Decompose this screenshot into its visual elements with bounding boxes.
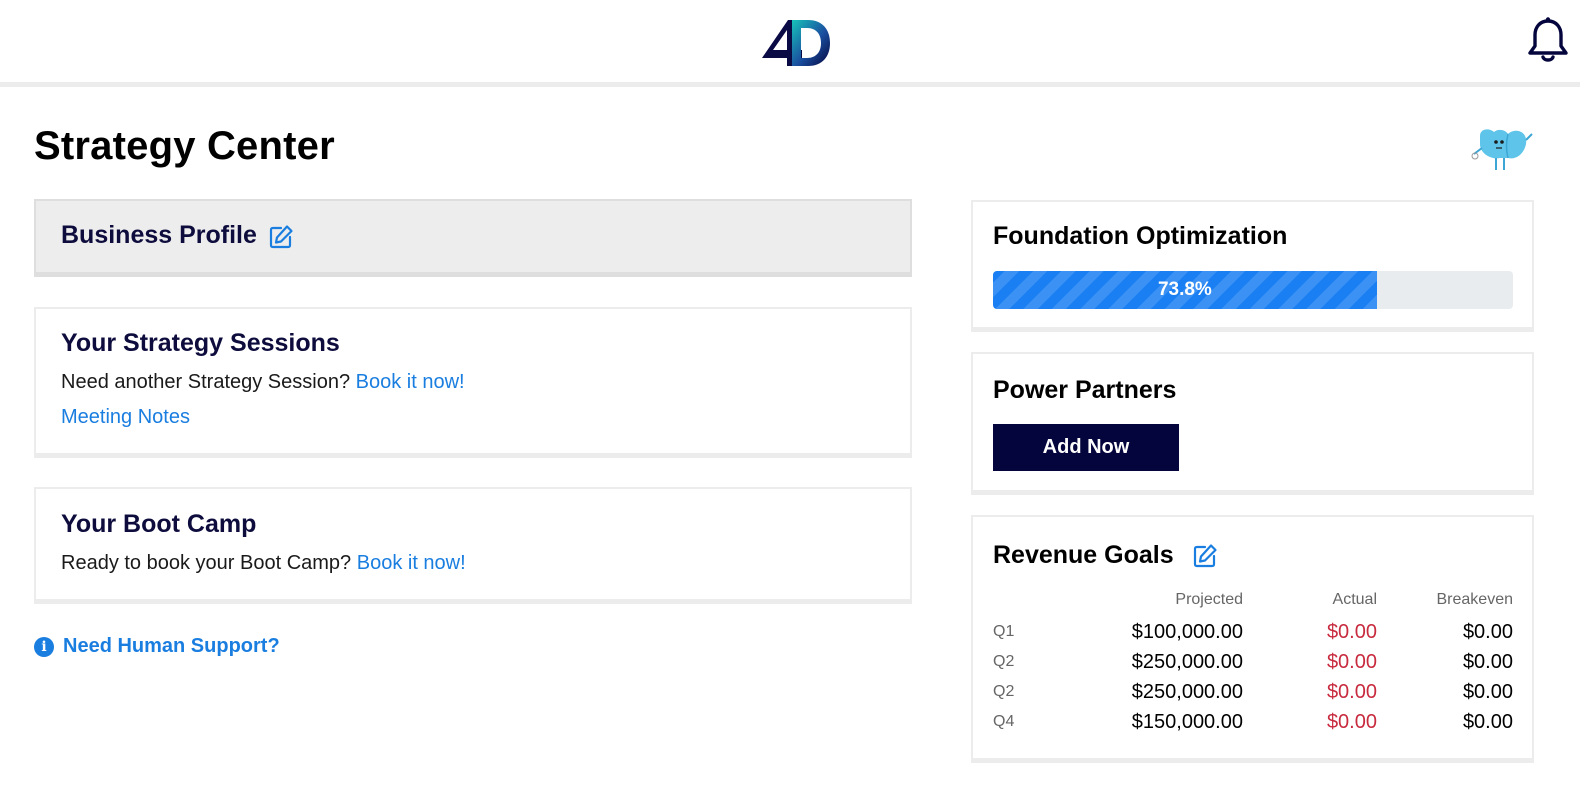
breakeven-cell: $0.00 — [1462, 650, 1513, 673]
projected-cell: $100,000.00 — [1131, 620, 1243, 643]
foundation-optimization-title: Foundation Optimization — [993, 222, 1288, 250]
table-header-row: Projected Actual Breakeven — [993, 583, 1513, 617]
top-bar-divider — [0, 82, 1580, 87]
boot-camp-card: Your Boot Camp Ready to book your Boot C… — [34, 487, 912, 604]
table-row: Q4 $150,000.00 $0.00 $0.00 — [993, 707, 1513, 737]
human-support-link[interactable]: i Need Human Support? — [34, 635, 280, 658]
business-profile-card: Business Profile — [34, 199, 912, 277]
foundation-progress-fill: 73.8% — [993, 271, 1377, 309]
actual-cell: $0.00 — [1326, 680, 1377, 703]
quarter-cell: Q4 — [993, 713, 1015, 730]
breakeven-cell: $0.00 — [1462, 620, 1513, 643]
breakeven-cell: $0.00 — [1462, 680, 1513, 703]
edit-icon[interactable] — [268, 224, 294, 250]
edit-icon[interactable] — [1192, 543, 1218, 569]
foundation-optimization-card: Foundation Optimization 73.8% — [971, 200, 1534, 332]
actual-cell: $0.00 — [1326, 710, 1377, 733]
actual-cell: $0.00 — [1326, 650, 1377, 673]
column-header-quarter — [993, 583, 1083, 617]
boot-camp-prompt-text: Ready to book your Boot Camp? — [61, 552, 352, 574]
projected-cell: $250,000.00 — [1131, 680, 1243, 703]
table-row: Q1 $100,000.00 $0.00 $0.00 — [993, 617, 1513, 647]
strategy-sessions-card: Your Strategy Sessions Need another Stra… — [34, 307, 912, 458]
human-support-label: Need Human Support? — [63, 635, 280, 657]
actual-cell: $0.00 — [1326, 620, 1377, 643]
strategy-sessions-title: Your Strategy Sessions — [61, 329, 340, 357]
column-header-breakeven: Breakeven — [1436, 591, 1514, 608]
logo-4d[interactable] — [758, 14, 832, 70]
breakeven-cell: $0.00 — [1462, 710, 1513, 733]
column-header-projected: Projected — [1175, 591, 1243, 608]
strategy-sessions-prompt-text: Need another Strategy Session? — [61, 371, 351, 393]
info-icon: i — [34, 636, 54, 657]
revenue-goals-table: Projected Actual Breakeven Q1 $100,000.0… — [993, 583, 1513, 737]
table-row: Q2 $250,000.00 $0.00 $0.00 — [993, 677, 1513, 707]
book-boot-camp-link[interactable]: Book it now! — [357, 552, 466, 574]
bell-icon[interactable] — [1526, 16, 1570, 64]
strategy-sessions-prompt: Need another Strategy Session? Book it n… — [61, 371, 465, 394]
foundation-progress-bar: 73.8% — [993, 271, 1513, 309]
quarter-cell: Q2 — [993, 653, 1015, 670]
page-title: Strategy Center — [34, 124, 335, 168]
projected-cell: $250,000.00 — [1131, 650, 1243, 673]
boot-camp-title: Your Boot Camp — [61, 510, 257, 538]
meeting-notes-link[interactable]: Meeting Notes — [61, 406, 190, 429]
foundation-progress-label: 73.8% — [1157, 279, 1212, 300]
book-strategy-session-link[interactable]: Book it now! — [356, 371, 465, 393]
boot-camp-prompt: Ready to book your Boot Camp? Book it no… — [61, 552, 466, 575]
top-bar — [0, 0, 1580, 82]
power-partners-card: Power Partners Add Now — [971, 352, 1534, 495]
business-profile-title: Business Profile — [61, 221, 257, 249]
table-row: Q2 $250,000.00 $0.00 $0.00 — [993, 647, 1513, 677]
projected-cell: $150,000.00 — [1131, 710, 1243, 733]
revenue-goals-card: Revenue Goals Projected Actual Breakeven… — [971, 515, 1534, 763]
quarter-cell: Q1 — [993, 623, 1015, 640]
add-now-button[interactable]: Add Now — [993, 424, 1179, 471]
power-partners-title: Power Partners — [993, 376, 1177, 404]
column-header-actual: Actual — [1332, 591, 1377, 608]
mascot-icon — [1471, 129, 1533, 170]
quarter-cell: Q2 — [993, 683, 1015, 700]
revenue-goals-title: Revenue Goals — [993, 541, 1174, 569]
